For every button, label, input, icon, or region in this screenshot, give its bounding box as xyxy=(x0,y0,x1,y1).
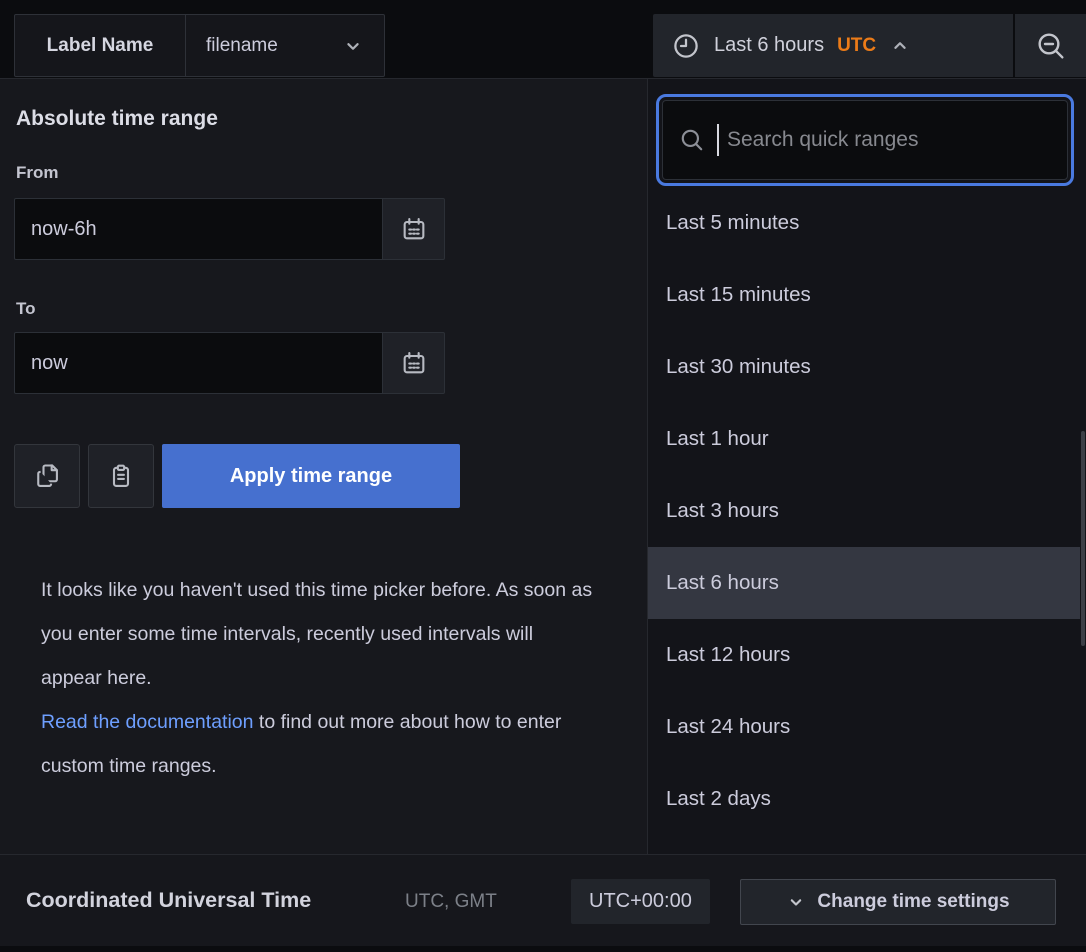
quick-ranges-list: Last 5 minutes Last 15 minutes Last 30 m… xyxy=(648,187,1086,835)
chevron-down-icon xyxy=(342,35,364,57)
absolute-range-panel: Absolute time range From To xyxy=(0,79,648,854)
timezone-abbr: UTC, GMT xyxy=(405,891,497,913)
to-input-group xyxy=(14,332,445,394)
history-empty-note: It looks like you haven't used this time… xyxy=(41,568,593,788)
quick-range-option[interactable]: Last 1 hour xyxy=(648,403,1080,475)
change-time-settings-label: Change time settings xyxy=(817,891,1009,913)
time-range-timezone: UTC xyxy=(837,35,876,57)
query-field-label-text: Label Name xyxy=(47,35,154,57)
history-note-text: It looks like you haven't used this time… xyxy=(41,579,592,689)
text-caret xyxy=(717,124,719,156)
paste-time-range-button[interactable] xyxy=(88,444,154,508)
quick-range-option[interactable]: Last 5 minutes xyxy=(648,187,1080,259)
panel-title: Absolute time range xyxy=(16,107,218,131)
search-focus-ring xyxy=(656,94,1074,186)
clipboard-icon xyxy=(107,462,135,490)
quick-range-option[interactable]: Last 30 minutes xyxy=(648,331,1080,403)
query-field-group: Label Name filename xyxy=(14,14,385,77)
change-time-settings-button[interactable]: Change time settings xyxy=(740,879,1056,925)
from-input-group xyxy=(14,198,445,260)
to-input[interactable] xyxy=(14,332,383,394)
scrollbar[interactable] xyxy=(1081,431,1085,646)
calendar-icon xyxy=(400,215,428,243)
timezone-footer: Coordinated Universal Time UTC, GMT UTC+… xyxy=(0,854,1086,946)
window-bottom-edge xyxy=(0,946,1086,952)
quick-range-option-selected[interactable]: Last 6 hours xyxy=(648,547,1080,619)
quick-range-option[interactable]: Last 3 hours xyxy=(648,475,1080,547)
time-picker-controls: Last 6 hours UTC xyxy=(653,14,1086,77)
read-documentation-link[interactable]: Read the documentation xyxy=(41,711,253,733)
quick-range-option[interactable]: Last 2 days xyxy=(648,763,1080,835)
copy-time-range-button[interactable] xyxy=(14,444,80,508)
quick-range-option[interactable]: Last 15 minutes xyxy=(648,259,1080,331)
apply-time-range-button[interactable]: Apply time range xyxy=(162,444,460,508)
zoom-out-button[interactable] xyxy=(1015,14,1086,77)
calendar-icon xyxy=(400,349,428,377)
time-picker-dropdown: Absolute time range From To xyxy=(0,78,1086,854)
top-bar: Label Name filename Last 6 hours UTC xyxy=(0,0,1086,78)
quick-range-option[interactable]: Last 12 hours xyxy=(648,619,1080,691)
time-range-picker-button[interactable]: Last 6 hours UTC xyxy=(653,14,1013,77)
zoom-out-icon xyxy=(1035,30,1067,62)
quick-ranges-panel: Last 5 minutes Last 15 minutes Last 30 m… xyxy=(648,79,1086,854)
chevron-down-icon xyxy=(786,892,806,912)
from-label: From xyxy=(16,163,59,183)
search-quick-ranges-input[interactable] xyxy=(727,128,1051,152)
quick-range-option[interactable]: Last 24 hours xyxy=(648,691,1080,763)
label-value-select[interactable]: filename xyxy=(186,14,385,77)
search-field xyxy=(662,100,1068,180)
search-icon xyxy=(679,127,705,153)
apply-button-row: Apply time range xyxy=(14,444,460,508)
timezone-name: Coordinated Universal Time xyxy=(26,888,311,913)
clock-icon xyxy=(671,31,701,61)
label-value-text: filename xyxy=(206,35,278,57)
to-label: To xyxy=(16,299,36,319)
copy-icon xyxy=(33,462,61,490)
time-range-label: Last 6 hours xyxy=(714,34,824,57)
from-calendar-button[interactable] xyxy=(383,198,445,260)
chevron-up-icon xyxy=(889,35,911,57)
utc-offset-badge: UTC+00:00 xyxy=(571,879,710,924)
to-calendar-button[interactable] xyxy=(383,332,445,394)
from-input[interactable] xyxy=(14,198,383,260)
query-field-label: Label Name xyxy=(14,14,186,77)
